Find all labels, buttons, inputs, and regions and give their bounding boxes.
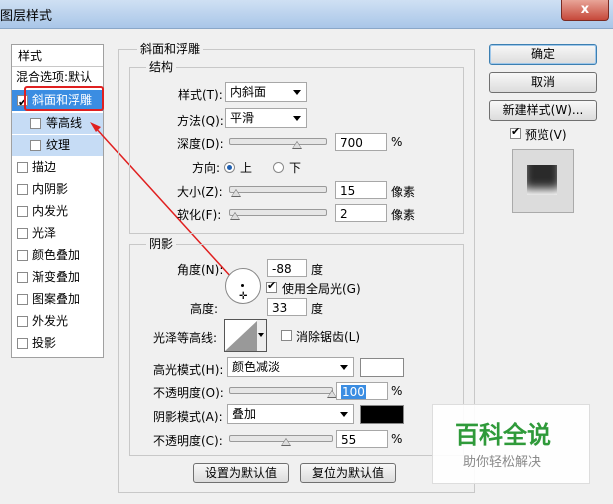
shadow-mode-dropdown[interactable]: 叠加 bbox=[227, 404, 354, 424]
chevron-down-icon bbox=[340, 412, 348, 417]
watermark-main: 百科全说 bbox=[455, 421, 551, 449]
highlight-opacity-value: 100 bbox=[341, 385, 366, 399]
technique-value: 平滑 bbox=[230, 111, 255, 125]
preview-label: 预览(V) bbox=[525, 128, 567, 142]
preview-swatch bbox=[527, 165, 557, 195]
chevron-down-icon bbox=[293, 90, 301, 95]
angle-input[interactable]: -88 bbox=[267, 259, 307, 277]
altitude-input[interactable]: 33 bbox=[267, 298, 307, 316]
soften-input[interactable]: 2 bbox=[335, 204, 387, 222]
depth-unit: % bbox=[391, 135, 403, 149]
soften-label: 软化(F): bbox=[177, 208, 222, 222]
highlight-opacity-slider[interactable] bbox=[229, 387, 337, 398]
new-style-button[interactable]: 新建样式(W)... bbox=[489, 100, 597, 121]
size-slider-thumb[interactable] bbox=[230, 189, 241, 197]
altitude-label: 高度: bbox=[190, 302, 219, 316]
style-value: 内斜面 bbox=[230, 85, 267, 99]
angle-unit: 度 bbox=[311, 263, 324, 277]
soften-slider[interactable] bbox=[229, 209, 327, 220]
set-default-button[interactable]: 设置为默认值 bbox=[193, 463, 289, 483]
ok-button[interactable]: 确定 bbox=[489, 44, 597, 65]
shading-title: 阴影 bbox=[146, 235, 177, 252]
size-slider[interactable] bbox=[229, 186, 327, 197]
dial-center bbox=[241, 284, 244, 287]
shadow-mode-value: 叠加 bbox=[232, 407, 257, 421]
size-input[interactable]: 15 bbox=[335, 181, 387, 199]
depth-label: 深度(D): bbox=[177, 137, 224, 151]
global-light-label: 使用全局光(G) bbox=[282, 282, 361, 296]
gloss-contour-label: 光泽等高线: bbox=[153, 331, 218, 345]
soften-unit: 像素 bbox=[391, 208, 416, 222]
crosshair-icon: ✛ bbox=[239, 291, 248, 302]
contour-preview-icon bbox=[225, 320, 258, 351]
technique-label: 方法(Q): bbox=[177, 114, 224, 128]
highlight-opacity-label: 不透明度(O): bbox=[153, 386, 224, 400]
preview-thumbnail bbox=[512, 149, 574, 213]
watermark: 百科全说 助你轻松解决 bbox=[432, 404, 590, 484]
global-light-checkbox[interactable]: ✔ bbox=[266, 279, 277, 293]
highlight-opacity-input[interactable]: 100 bbox=[336, 382, 388, 400]
size-label: 大小(Z): bbox=[177, 185, 223, 199]
highlight-mode-dropdown[interactable]: 颜色减淡 bbox=[227, 357, 354, 377]
preview-checkbox[interactable]: ✔ bbox=[510, 125, 521, 139]
shadow-opacity-input[interactable]: 55 bbox=[336, 430, 388, 448]
depth-input[interactable]: 700 bbox=[335, 133, 387, 151]
antialias-label: 消除锯齿(L) bbox=[296, 330, 361, 344]
gloss-contour-picker[interactable] bbox=[224, 319, 259, 352]
antialias-checkbox[interactable] bbox=[281, 330, 292, 341]
highlight-color-swatch[interactable] bbox=[360, 358, 404, 377]
shadow-opacity-label: 不透明度(C): bbox=[153, 434, 223, 448]
technique-dropdown[interactable]: 平滑 bbox=[225, 108, 307, 128]
chevron-down-icon bbox=[293, 116, 301, 121]
angle-dial[interactable]: ✛ bbox=[225, 268, 261, 304]
style-label: 样式(T): bbox=[178, 88, 223, 102]
direction-label: 方向: bbox=[192, 161, 221, 175]
angle-label: 角度(N): bbox=[177, 263, 224, 277]
direction-down-label: 下 bbox=[289, 161, 302, 175]
shadow-opacity-unit: % bbox=[391, 432, 403, 446]
bevel-group-title: 斜面和浮雕 bbox=[137, 40, 204, 57]
size-unit: 像素 bbox=[391, 185, 416, 199]
soften-slider-thumb[interactable] bbox=[229, 212, 240, 220]
structure-title: 结构 bbox=[146, 58, 177, 75]
watermark-sub: 助你轻松解决 bbox=[463, 455, 542, 470]
altitude-unit: 度 bbox=[311, 302, 324, 316]
style-dropdown[interactable]: 内斜面 bbox=[225, 82, 307, 102]
shadow-mode-label: 阴影模式(A): bbox=[153, 410, 223, 424]
depth-slider-thumb[interactable] bbox=[292, 141, 303, 149]
depth-slider[interactable] bbox=[229, 138, 327, 149]
shadow-opacity-thumb[interactable] bbox=[281, 438, 292, 446]
direction-up-radio[interactable] bbox=[224, 162, 235, 173]
highlight-opacity-unit: % bbox=[391, 384, 403, 398]
direction-down-radio[interactable] bbox=[273, 162, 284, 173]
direction-up-label: 上 bbox=[240, 161, 253, 175]
shadow-color-swatch[interactable] bbox=[360, 405, 404, 424]
reset-default-button[interactable]: 复位为默认值 bbox=[300, 463, 396, 483]
highlight-mode-label: 高光模式(H): bbox=[153, 363, 224, 377]
chevron-down-icon bbox=[340, 365, 348, 370]
cancel-button[interactable]: 取消 bbox=[489, 72, 597, 93]
chevron-down-icon bbox=[258, 333, 264, 337]
highlight-mode-value: 颜色减淡 bbox=[232, 360, 281, 374]
contour-dropdown-button[interactable] bbox=[257, 319, 267, 352]
shadow-opacity-slider[interactable] bbox=[229, 435, 333, 446]
